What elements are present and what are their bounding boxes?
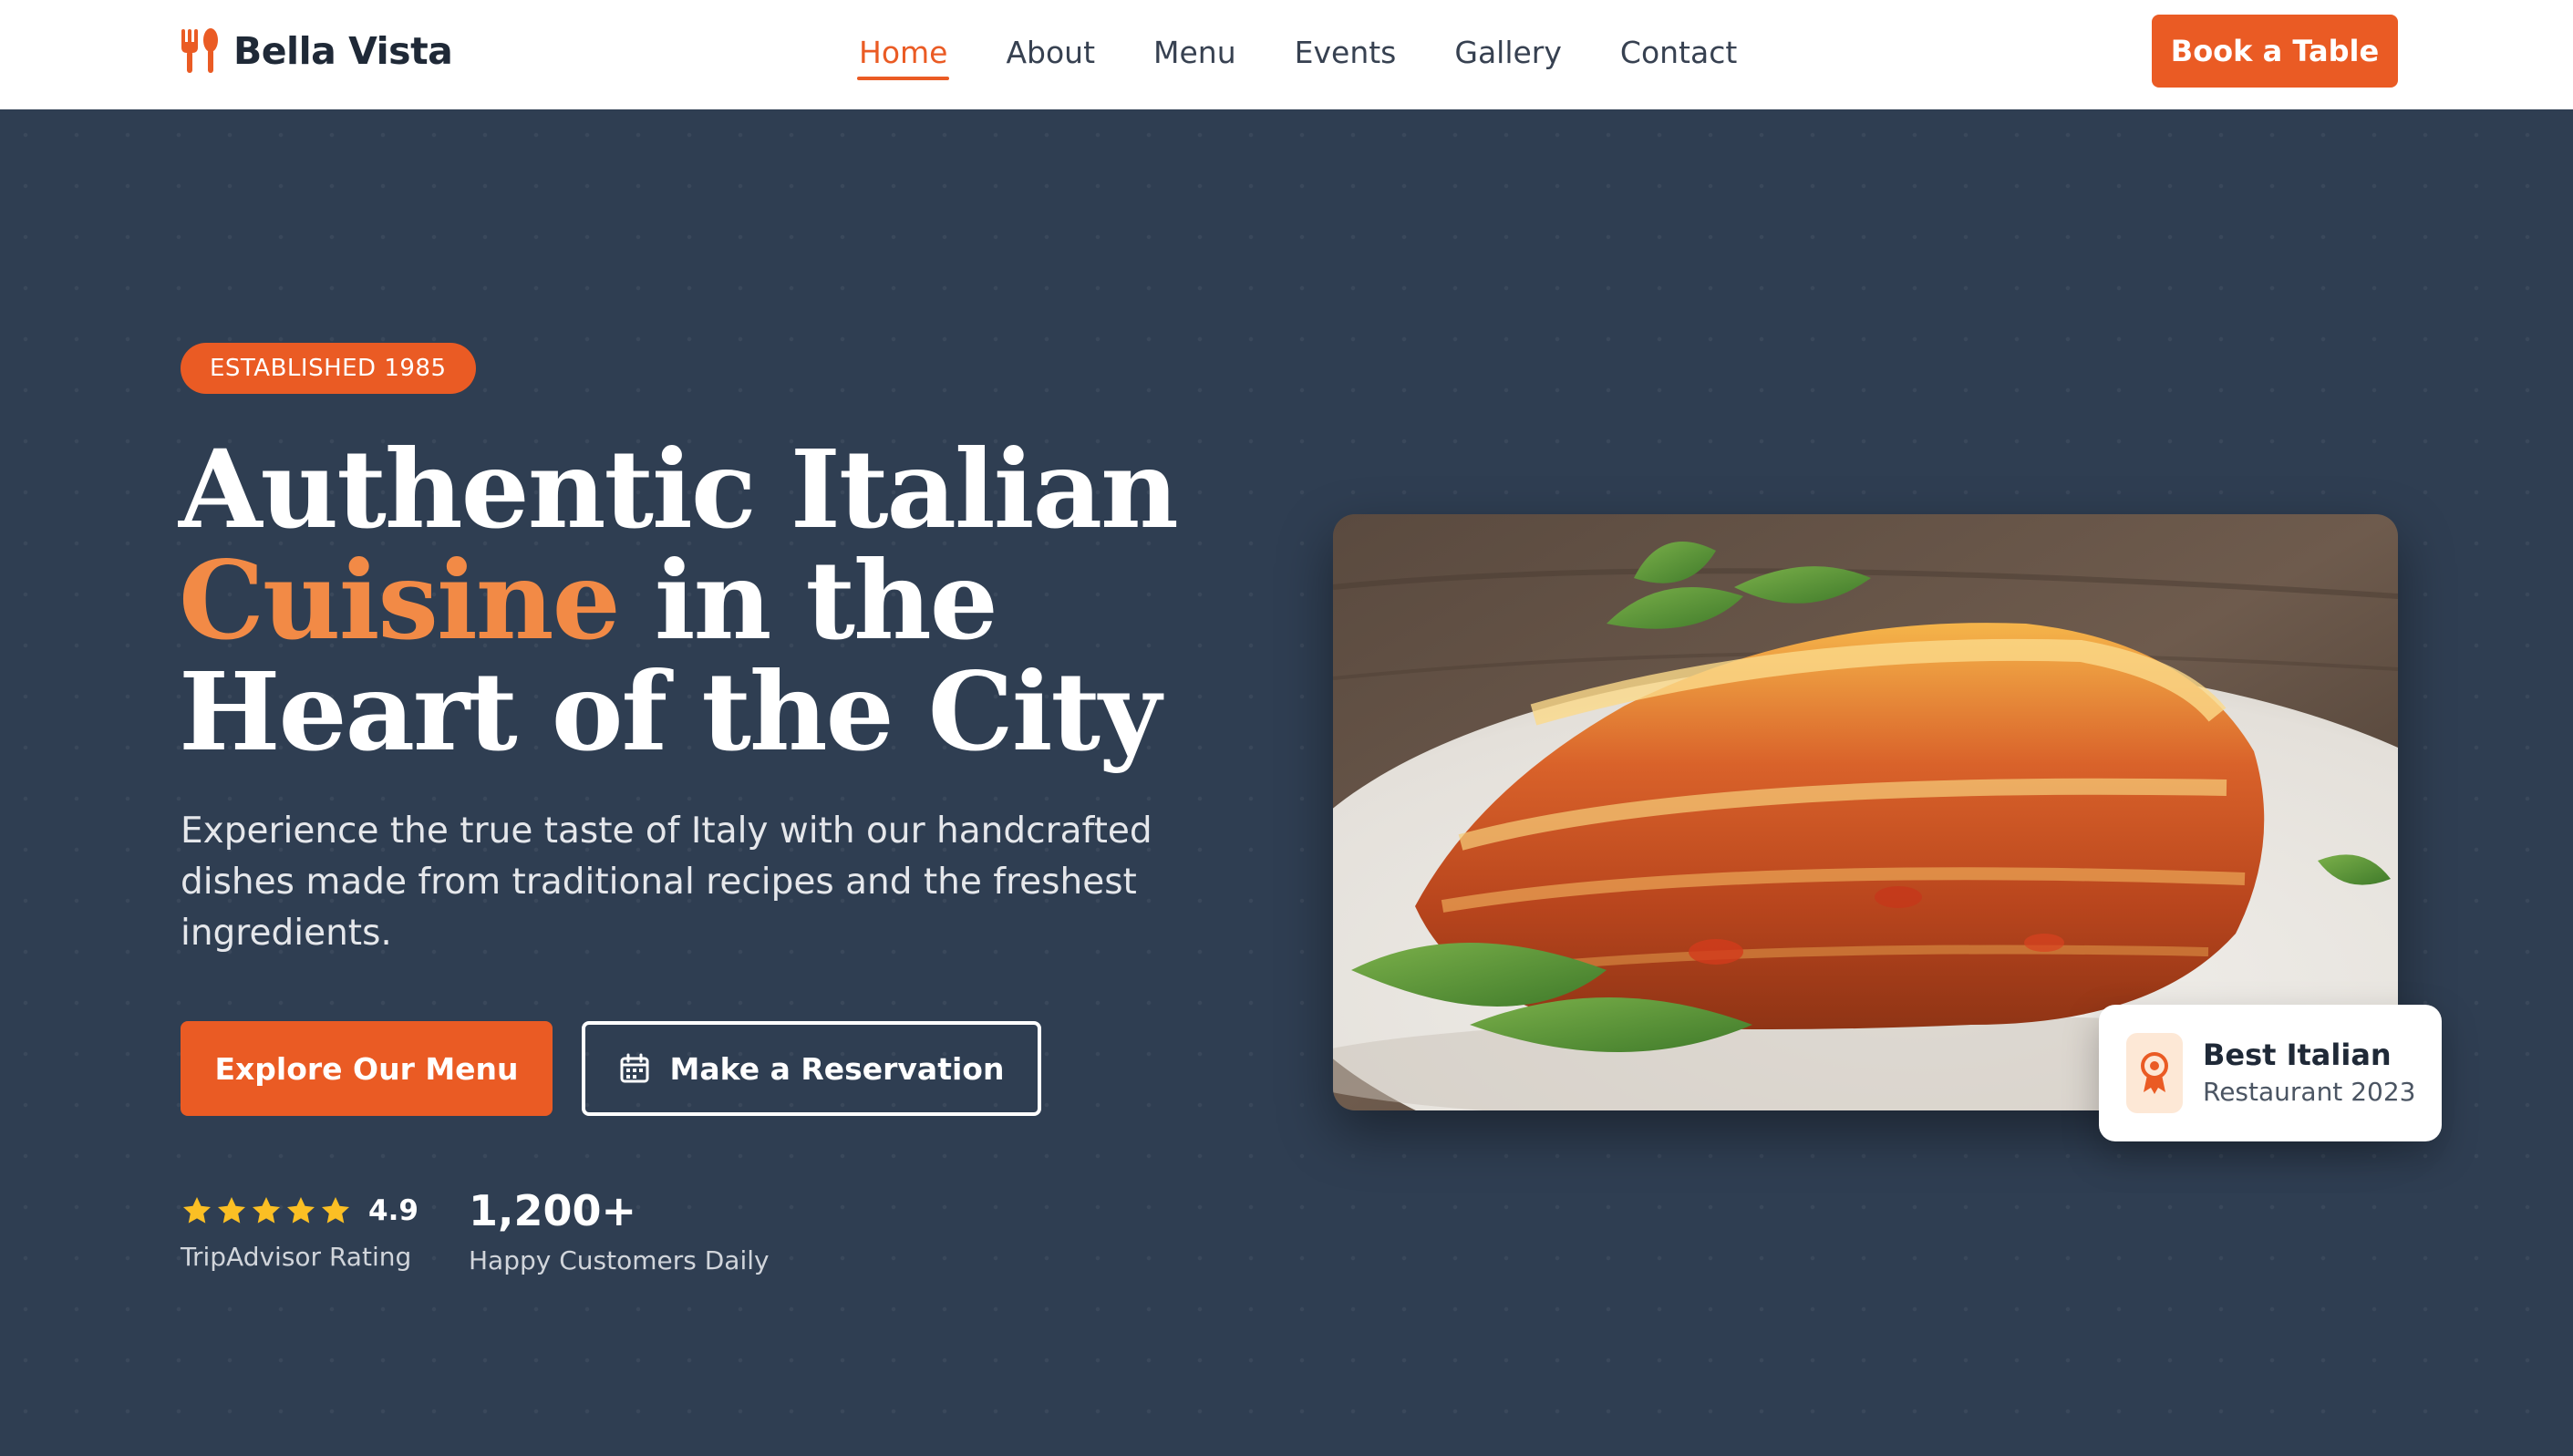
star-icon xyxy=(253,1197,280,1224)
star-icon xyxy=(287,1197,315,1224)
award-text: Best Italian Restaurant 2023 xyxy=(2203,1036,2415,1110)
star-icon xyxy=(183,1197,211,1224)
customers-value: 1,200+ xyxy=(469,1186,637,1235)
rating-label: TripAdvisor Rating xyxy=(181,1242,412,1272)
nav-gallery[interactable]: Gallery xyxy=(1454,27,1562,78)
customers-label: Happy Customers Daily xyxy=(469,1245,770,1275)
navbar: Bella Vista Home About Menu Events Galle… xyxy=(0,0,2573,109)
nav-home[interactable]: Home xyxy=(856,27,950,80)
award-ribbon-icon xyxy=(2126,1033,2183,1113)
star-icon xyxy=(218,1197,245,1224)
calendar-icon xyxy=(620,1053,649,1083)
nav-about[interactable]: About xyxy=(1006,27,1095,78)
rating-stat: 4.9 TripAdvisor Rating xyxy=(181,1191,418,1272)
award-title: Best Italian xyxy=(2203,1038,2392,1072)
hero-headline: Authentic Italian Cuisine in the Heart o… xyxy=(179,434,1273,768)
headline-accent: Cuisine xyxy=(179,537,621,664)
headline-part1: Authentic Italian xyxy=(179,426,1179,552)
explore-menu-button[interactable]: Explore Our Menu xyxy=(181,1021,553,1116)
award-subtitle: Restaurant 2023 xyxy=(2203,1077,2416,1107)
award-card: Best Italian Restaurant 2023 xyxy=(2099,1005,2442,1141)
make-reservation-label: Make a Reservation xyxy=(669,1050,1005,1087)
star-rating: 4.9 xyxy=(181,1191,418,1231)
hero-description: Experience the true taste of Italy with … xyxy=(181,811,1152,954)
brand-logo[interactable]: Bella Vista xyxy=(179,26,453,77)
nav-menu[interactable]: Menu xyxy=(1153,27,1236,78)
main-nav: Home About Menu Events Gallery Contact xyxy=(830,27,1766,80)
nav-contact[interactable]: Contact xyxy=(1620,27,1737,78)
make-reservation-button[interactable]: Make a Reservation xyxy=(582,1021,1041,1116)
customers-stat: 1,200+ Happy Customers Daily xyxy=(469,1187,770,1275)
rating-value: 4.9 xyxy=(368,1194,418,1227)
brand-name: Bella Vista xyxy=(233,29,453,73)
fork-spoon-icon xyxy=(181,28,218,73)
nav-events[interactable]: Events xyxy=(1295,27,1397,78)
established-badge: ESTABLISHED 1985 xyxy=(181,343,476,394)
book-table-button[interactable]: Book a Table xyxy=(2152,15,2398,88)
star-icon xyxy=(322,1197,349,1224)
